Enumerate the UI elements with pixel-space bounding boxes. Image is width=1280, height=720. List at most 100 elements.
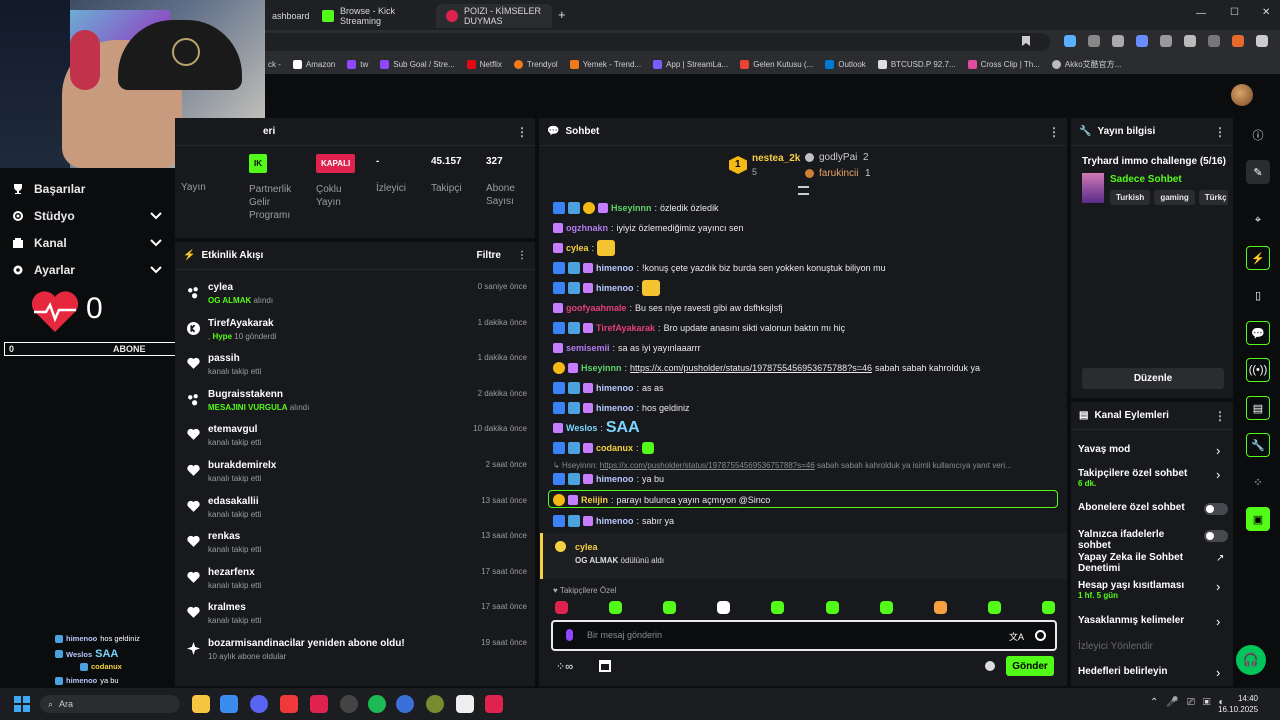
document-icon[interactable]: ▯ [1246, 283, 1270, 307]
quick-emote-icon[interactable] [879, 601, 893, 614]
extension-icon[interactable] [1160, 35, 1172, 47]
tab-youtube-music[interactable]: POIZI - KİMSELER DUYMAS [436, 4, 552, 28]
bookmark-item[interactable]: Outlook [819, 59, 872, 69]
quick-emote-icon[interactable] [987, 601, 1001, 614]
chevron-right-icon[interactable]: › [1216, 665, 1220, 680]
activity-user[interactable]: edasakallii [208, 496, 259, 507]
taskbar-app-icon[interactable] [220, 695, 238, 713]
extension-icon[interactable] [1232, 35, 1244, 47]
chat-username[interactable]: Weslos [566, 423, 597, 433]
bookmark-item[interactable]: Gelen Kutusu (... [734, 59, 819, 69]
activity-user[interactable]: passih [208, 353, 240, 364]
activity-user[interactable]: burakdemirelx [208, 460, 276, 471]
taskbar-app-icon[interactable] [456, 695, 474, 713]
kicks-icon[interactable]: ⁘ [1246, 470, 1270, 494]
activity-user[interactable]: Bugraisstakenn [208, 389, 283, 400]
quick-emote-icon[interactable] [933, 601, 947, 614]
sticker-icon[interactable]: ▣ [1246, 507, 1270, 531]
chat-username[interactable]: goofyaahmale [566, 303, 627, 313]
kicks-balance-icon[interactable]: ⁘∞ [556, 660, 573, 673]
taskbar-app-icon[interactable] [396, 695, 414, 713]
windows-start-icon[interactable] [14, 696, 30, 712]
chat-settings-gear-icon[interactable] [985, 661, 995, 671]
filter-button[interactable]: Filtre [477, 250, 501, 261]
file-explorer-icon[interactable] [192, 695, 210, 713]
chevron-right-icon[interactable]: › [1216, 467, 1220, 482]
sidebar-item-achievements[interactable]: Başarılar [12, 179, 162, 199]
extension-icon[interactable] [1208, 35, 1220, 47]
chat-username[interactable]: TirefAyakarak [596, 323, 655, 333]
more-options-icon[interactable]: ⋮ [1214, 409, 1226, 423]
wrench-icon[interactable]: 🔧 [1246, 433, 1270, 457]
bookmark-item[interactable]: Yemek - Trend... [564, 59, 647, 69]
edit-button[interactable]: Düzenle [1082, 368, 1224, 389]
more-options-icon[interactable]: ⋮ [517, 250, 527, 261]
discord-icon[interactable] [250, 695, 268, 713]
channel-action-item[interactable]: Hedefleri belirleyin [1078, 666, 1228, 677]
chat-link[interactable]: https://x.com/pusholder/status/197875545… [630, 363, 872, 373]
sidebar-item-settings[interactable]: Ayarlar [12, 260, 162, 280]
gifter-name[interactable]: farukincii [819, 168, 858, 179]
close-window-button[interactable]: ✕ [1262, 7, 1270, 18]
channel-action-item[interactable]: Takipçilere özel sohbet 6 dk. [1078, 468, 1228, 488]
activity-user[interactable]: etemavgul [208, 424, 257, 435]
extension-icon[interactable] [1256, 35, 1268, 47]
tab-dashboard[interactable]: ashboard [262, 4, 320, 28]
taskbar-app-icon[interactable] [426, 695, 444, 713]
spotify-icon[interactable] [368, 695, 386, 713]
activity-user[interactable]: TirefAyakarak [208, 318, 274, 329]
stream-category[interactable]: Sadece Sohbet [1110, 174, 1182, 185]
activity-user[interactable]: renkas [208, 531, 240, 542]
focus-icon[interactable]: ⌖ [1246, 208, 1270, 232]
user-avatar[interactable] [1231, 84, 1253, 106]
activity-user[interactable]: kralmes [208, 602, 246, 613]
bookmark-item[interactable]: Netflix [461, 59, 508, 69]
channel-action-item[interactable]: Yasaklanmış kelimeler [1078, 615, 1228, 626]
chat-username[interactable]: himenoo [596, 516, 634, 526]
vivaldi-icon[interactable] [280, 695, 298, 713]
extension-icon[interactable] [1064, 35, 1076, 47]
new-tab-button[interactable]: + [558, 7, 566, 22]
toggle-switch[interactable] [1204, 530, 1228, 542]
bookmark-item[interactable]: App | StreamLa... [647, 59, 734, 69]
quick-emote-icon[interactable] [609, 601, 623, 614]
bookmark-item[interactable]: Amazon [287, 59, 341, 69]
taskbar-app-icon[interactable] [485, 695, 503, 713]
external-link-icon[interactable]: ↗ [1216, 553, 1224, 564]
extension-icon[interactable] [1088, 35, 1100, 47]
activity-user[interactable]: cylea [208, 282, 233, 293]
more-options-icon[interactable]: ⋮ [1214, 125, 1226, 139]
channel-action-item[interactable]: Yavaş mod [1078, 444, 1228, 455]
reply-reference[interactable]: ↳ Hseyinnn: https://x.com/pusholder/stat… [553, 461, 1053, 470]
taskbar-clock[interactable]: 14:40 16.10.2025 [1218, 693, 1258, 715]
event-user[interactable]: cylea [575, 542, 598, 552]
channel-action-item[interactable]: Hesap yaşı kısıtlaması 1 hf. 5 gün [1078, 580, 1228, 600]
chat-username[interactable]: himenoo [596, 263, 634, 273]
edit-pencil-icon[interactable]: ✎ [1246, 160, 1270, 184]
bookmark-item[interactable]: ck - [262, 60, 287, 69]
chat-input-box[interactable]: Bir mesaj gönderin 文A [551, 620, 1057, 651]
chat-username[interactable]: semisemii [566, 343, 610, 353]
sidebar-item-channel[interactable]: Kanal [12, 233, 162, 253]
microphone-icon[interactable] [566, 629, 573, 641]
store-icon[interactable] [599, 660, 611, 672]
bookmark-item[interactable]: tw [341, 59, 374, 69]
more-options-icon[interactable]: ⋮ [516, 125, 528, 139]
bookmark-item[interactable]: Cross Clip | Th... [962, 59, 1046, 69]
tag[interactable]: Turkish [1110, 190, 1151, 205]
chat-username[interactable]: himenoo [596, 403, 634, 413]
taskbar-app-icon[interactable] [310, 695, 328, 713]
bookmark-item[interactable]: Trendyol [508, 59, 564, 69]
chat-username[interactable]: cylea [566, 243, 589, 253]
chat-username[interactable]: ogzhnakn [566, 223, 608, 233]
channel-action-item[interactable]: İzleyici Yönlendir [1078, 641, 1228, 652]
info-icon[interactable]: ⓘ [1246, 123, 1270, 147]
tag[interactable]: Türkç [1198, 190, 1228, 205]
bookmark-item[interactable]: Akko艾酷官方... [1046, 59, 1127, 70]
chat-icon[interactable]: 💬 [1246, 321, 1270, 345]
extension-icon[interactable] [1112, 35, 1124, 47]
send-button[interactable]: Gönder [1006, 656, 1054, 676]
chat-username[interactable]: himenoo [596, 283, 634, 293]
chat-username[interactable]: himenoo [596, 474, 634, 484]
more-options-icon[interactable]: ⋮ [1048, 125, 1060, 139]
